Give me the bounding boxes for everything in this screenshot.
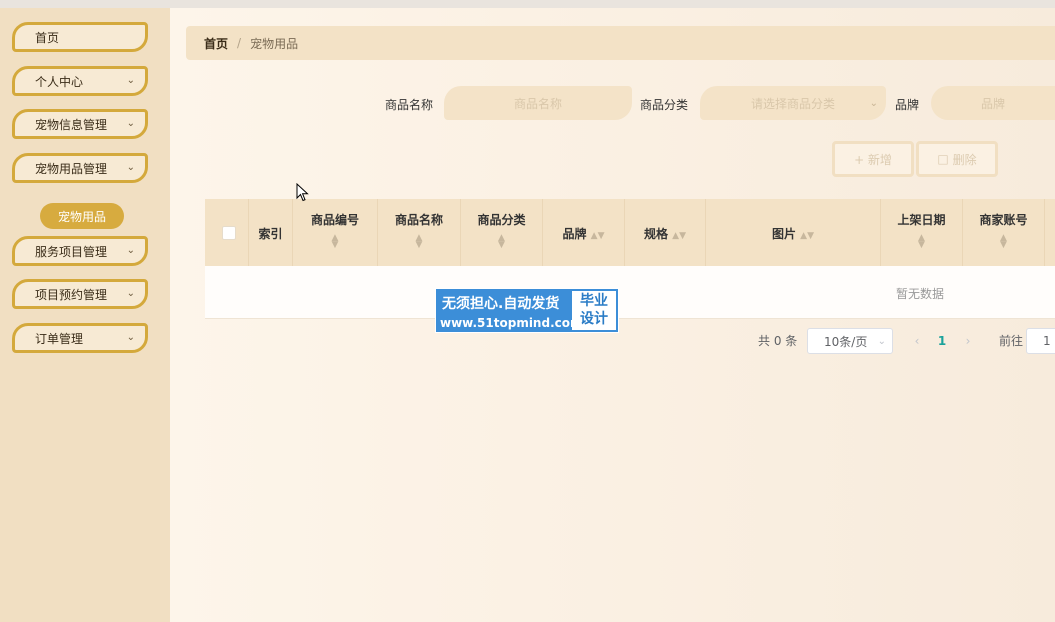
delete-label: 删除: [952, 152, 977, 167]
add-button[interactable]: + 新增: [832, 141, 914, 177]
sort-icon[interactable]: ▲▼: [591, 231, 605, 241]
sidebar-item-service[interactable]: 服务项目管理 ⌄: [12, 236, 148, 266]
product-name-label: 商品名称: [385, 98, 434, 112]
sidebar-item-personal-center[interactable]: 个人中心 ⌄: [12, 66, 148, 96]
sidebar-item-pet-info[interactable]: 宠物信息管理 ⌄: [12, 109, 148, 139]
breadcrumb-home[interactable]: 首页: [204, 35, 228, 52]
chevron-down-icon: ⌄: [126, 332, 135, 343]
breadcrumb-separator: /: [237, 36, 242, 50]
trash-icon: □: [937, 152, 949, 166]
column-spec-label: 规格 ▲▼: [625, 225, 705, 242]
category-select[interactable]: 请选择商品分类 ⌄: [700, 86, 886, 120]
watermark-line2: www.51topmind.com: [440, 316, 583, 330]
column-category[interactable]: 商品分类 ▲ ▼: [461, 199, 543, 266]
watermark-side1: 毕业: [580, 293, 608, 309]
select-all-checkbox[interactable]: [222, 226, 236, 240]
empty-text: 暂无数据: [895, 287, 944, 301]
chevron-down-icon: ⌄: [126, 288, 135, 299]
column-name[interactable]: 商品名称 ▲ ▼: [378, 199, 461, 266]
column-code-label: 商品编号: [310, 213, 359, 227]
column-image[interactable]: 图片 ▲▼: [706, 199, 881, 266]
column-category-label: 商品分类: [477, 213, 526, 227]
category-placeholder: 请选择商品分类: [750, 96, 835, 111]
current-page[interactable]: 1: [931, 328, 953, 354]
sidebar-item-label: 个人中心: [35, 74, 84, 89]
delete-button[interactable]: □ 删除: [916, 141, 998, 177]
column-index-label: 索引: [258, 227, 283, 241]
column-image-label: 图片 ▲▼: [706, 225, 880, 242]
chevron-down-icon: ⌄: [126, 162, 135, 173]
sidebar-item-label: 订单管理: [35, 331, 84, 346]
sort-icon[interactable]: ▲▼: [963, 234, 1044, 250]
column-brand-label: 品牌 ▲▼: [543, 225, 624, 242]
breadcrumb-current: 宠物用品: [250, 36, 299, 51]
sort-icon[interactable]: ▲▼: [293, 234, 377, 250]
chevron-down-icon: ⌄: [869, 97, 878, 109]
prev-page-button[interactable]: ‹: [906, 328, 928, 354]
sidebar-item-booking[interactable]: 项目预约管理 ⌄: [12, 279, 148, 309]
watermark-banner: 无须担心.自动发货 www.51topmind.com 毕业 设计: [435, 288, 619, 333]
sidebar: 首页 个人中心 ⌄ 宠物信息管理 ⌄ 宠物用品管理 ⌄ 宠物用品 服务项目管理 …: [0, 8, 170, 622]
watermark-side2: 设计: [580, 311, 608, 327]
sort-icon[interactable]: ▲▼: [461, 234, 542, 250]
table-header: 索引 商品编号 ▲ ▼ 商品名称 ▲ ▼ 商品分类 ▲ ▼ 品牌 ▲▼ 规格 ▲▼ 图…: [205, 199, 1055, 266]
sidebar-item-pet-supplies[interactable]: 宠物用品管理 ⌄: [12, 153, 148, 183]
chevron-down-icon: ⌄: [126, 245, 135, 256]
column-merchant[interactable]: 商家账号 ▲ ▼: [963, 199, 1045, 266]
column-image-text: 图片: [771, 227, 796, 241]
sidebar-item-label: 宠物用品管理: [35, 161, 108, 176]
sidebar-subitem-pet-supplies[interactable]: 宠物用品: [40, 203, 124, 229]
sidebar-item-label: 项目预约管理: [35, 287, 108, 302]
next-page-button[interactable]: ›: [957, 328, 979, 354]
sidebar-item-orders[interactable]: 订单管理 ⌄: [12, 323, 148, 353]
brand-input[interactable]: 品牌: [931, 86, 1055, 120]
page-size-select[interactable]: 10条/页 ⌄: [807, 328, 893, 354]
breadcrumb: 首页 / 宠物用品: [186, 26, 1055, 60]
sort-icon[interactable]: ▲▼: [672, 231, 686, 241]
sidebar-item-label: 宠物信息管理: [35, 117, 108, 132]
sidebar-item-label: 首页: [35, 30, 60, 45]
sidebar-item-label: 服务项目管理: [35, 244, 108, 259]
watermark-badge: 毕业 设计: [572, 291, 616, 330]
mouse-cursor-icon: [296, 183, 309, 202]
category-label: 商品分类: [640, 98, 689, 112]
brand-label: 品牌: [895, 98, 920, 112]
column-spec-text: 规格: [643, 227, 668, 241]
sort-icon[interactable]: ▲▼: [881, 234, 962, 250]
sort-icon[interactable]: ▲▼: [378, 234, 460, 250]
column-index: 索引: [249, 199, 293, 266]
page-size-value: 10条/页: [824, 334, 868, 349]
column-brand[interactable]: 品牌 ▲▼: [543, 199, 625, 266]
column-spec[interactable]: 规格 ▲▼: [625, 199, 706, 266]
column-brand-text: 品牌: [562, 227, 587, 241]
pagination-total: 共 0 条: [758, 334, 798, 348]
sidebar-item-home[interactable]: 首页: [12, 22, 148, 52]
chevron-down-icon: ⌄: [126, 75, 135, 86]
chevron-down-icon: ⌄: [126, 118, 135, 129]
column-date-label: 上架日期: [897, 213, 946, 227]
chevron-down-icon: ⌄: [877, 335, 886, 347]
sort-icon[interactable]: ▲▼: [800, 231, 814, 241]
column-merchant-label: 商家账号: [979, 213, 1028, 227]
watermark-line1: 无须担心.自动发货: [442, 296, 560, 312]
goto-label: 前往: [999, 334, 1024, 348]
product-name-input[interactable]: 商品名称: [444, 86, 632, 120]
column-name-label: 商品名称: [394, 213, 443, 227]
column-code[interactable]: 商品编号 ▲ ▼: [293, 199, 378, 266]
select-all-cell: [205, 199, 249, 266]
goto-page-input[interactable]: 1: [1026, 328, 1055, 354]
column-date[interactable]: 上架日期 ▲ ▼: [881, 199, 963, 266]
